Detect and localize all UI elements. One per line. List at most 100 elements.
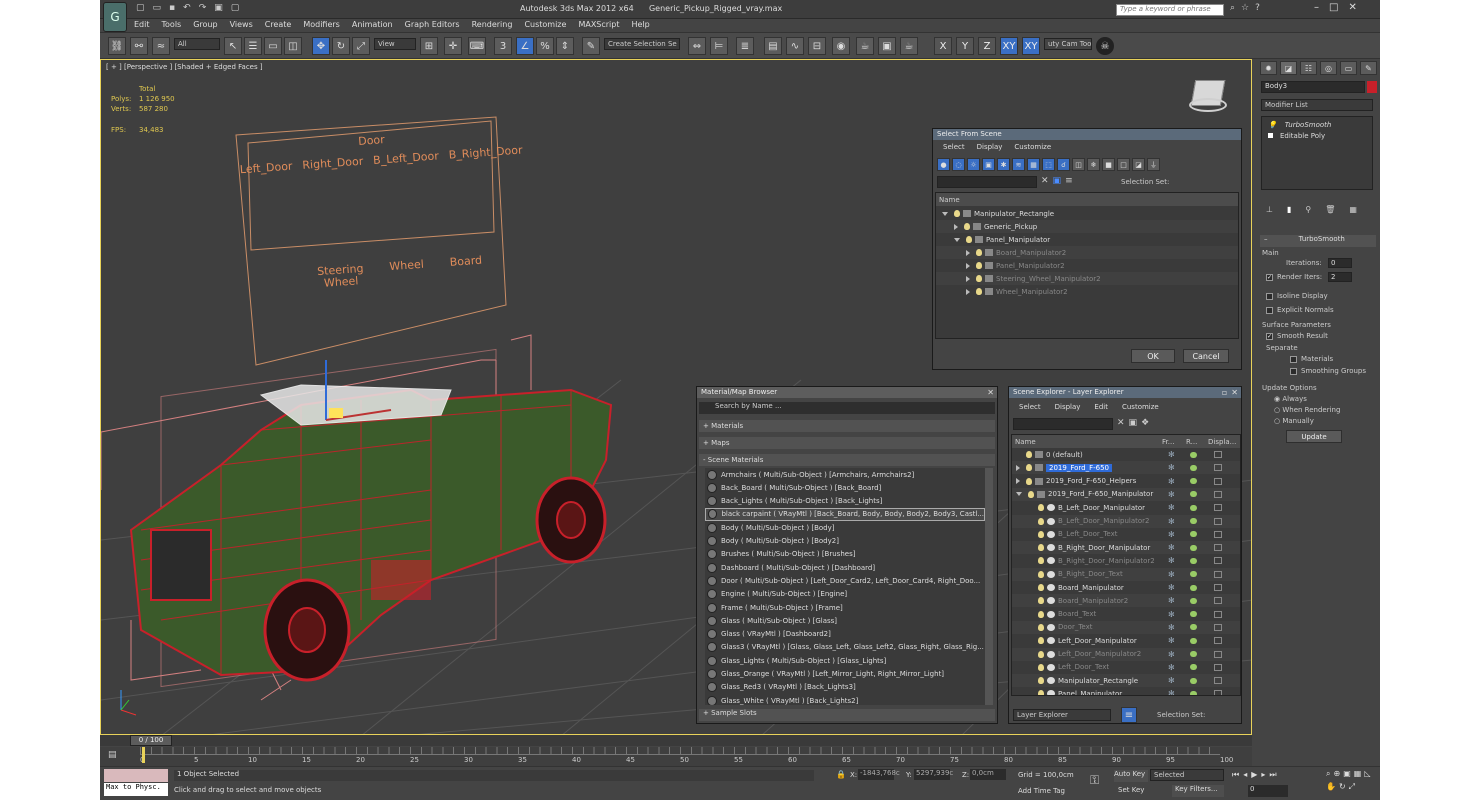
next-frame-icon[interactable]: ▸ [1261,770,1265,780]
track-bar[interactable]: ▤ 05101520253035404550556065707580859095… [100,747,1252,766]
pin-stack-icon[interactable]: ⊥ [1266,205,1273,214]
material-item[interactable]: Dashboard ( Multi/Sub-Object ) [Dashboar… [705,561,985,574]
material-section-2[interactable]: - Scene Materials [699,454,995,466]
bind-spacewarp-icon[interactable]: ≈ [152,37,170,55]
expand-icon[interactable] [942,211,948,216]
select-object-icon[interactable]: ↖ [224,37,242,55]
freeze-icon[interactable]: ✻ [1168,477,1175,486]
unlink-icon[interactable]: ⚯ [130,37,148,55]
show-end-result-icon[interactable]: ▮ [1287,205,1291,214]
bulb-icon[interactable] [1038,517,1044,525]
zoom-extents-all-icon[interactable]: ▦ [1354,769,1362,779]
play-icon[interactable]: ▶ [1251,770,1257,780]
menu-rendering[interactable]: Rendering [472,20,513,32]
go-start-icon[interactable]: ⏮ [1232,770,1239,780]
filter-cameras-icon[interactable]: ▣ [982,158,995,171]
expand-icon[interactable] [954,237,960,242]
render-teapot-icon[interactable] [1190,597,1197,604]
set-key-button[interactable]: Set Key [1118,786,1144,794]
rotate-icon[interactable]: ↻ [332,37,350,55]
when-rendering-radio[interactable]: ○ When Rendering [1274,406,1340,414]
tree-row[interactable]: Generic_Pickup [936,220,1238,233]
freeze-icon[interactable]: ✻ [1168,650,1175,659]
layer-row[interactable]: Left_Door_Manipulator ✻ [1012,634,1240,647]
tab-utilities[interactable]: ✎ [1360,61,1377,75]
close-icon[interactable]: ✕ [1348,2,1356,13]
bulb-icon[interactable] [1028,490,1034,498]
explorer-min-icon[interactable]: ▫ [1222,388,1227,397]
bulb-icon[interactable] [1038,557,1044,565]
explorer-column-1[interactable]: Fr... [1162,438,1184,446]
material-section-0[interactable]: + Materials [699,420,995,432]
freeze-icon[interactable]: ✻ [1168,556,1175,565]
scale-icon[interactable]: ⤢ [352,37,370,55]
explorer-column-2[interactable]: R... [1186,438,1206,446]
expand-icon[interactable] [1016,478,1020,485]
freeze-icon[interactable]: ✻ [1168,490,1175,499]
clear-search-icon[interactable]: ✕ [1041,176,1049,186]
time-slider[interactable]: 0 / 100 [100,735,1252,746]
smoothing-groups-checkbox[interactable]: Smoothing Groups [1290,367,1366,375]
find-icon[interactable]: ▣ [1053,176,1062,186]
select-invert-icon[interactable]: ◪ [1132,158,1145,171]
dialog-menu-customize[interactable]: Customize [1014,143,1051,151]
tree-row[interactable]: Manipulator_Rectangle [936,207,1238,220]
render-iters-checkbox[interactable]: ✓ Render Iters: [1266,273,1322,281]
bulb-icon[interactable] [1038,504,1044,512]
filter-bones-icon[interactable]: ☌ [1057,158,1070,171]
display-icon[interactable] [1214,530,1222,538]
display-icon[interactable] [1214,610,1222,618]
bulb-icon[interactable] [1038,530,1044,538]
open-icon[interactable]: ▭ [153,3,162,13]
layer-row[interactable]: B_Left_Door_Text ✻ [1012,528,1240,541]
freeze-icon[interactable]: ✻ [1168,663,1175,672]
render-teapot-icon[interactable] [1190,491,1197,498]
render-teapot-icon[interactable] [1190,584,1197,591]
filter-xrefs-icon[interactable]: ⬚ [1042,158,1055,171]
menu-tools[interactable]: Tools [162,20,182,32]
display-icon[interactable] [1214,597,1222,605]
render-teapot-icon[interactable] [1190,464,1197,471]
tree-row[interactable]: Board_Manipulator2 [936,246,1238,259]
axis-button-4[interactable]: XY [1022,37,1040,55]
layer-row[interactable]: B_Right_Door_Text ✻ [1012,567,1240,581]
layer-row[interactable]: 0 (default) ✻ [1012,448,1240,461]
explorer-column-0[interactable]: Name [1015,438,1160,446]
bulb-icon[interactable] [1026,477,1032,485]
freeze-icon[interactable]: ✻ [1168,450,1175,459]
display-icon[interactable] [1214,584,1222,591]
layer-row[interactable]: Panel_Manipulator ✻ [1012,687,1240,695]
material-item[interactable]: Back_Board ( Multi/Sub-Object ) [Back_Bo… [705,481,985,494]
menu-graph-editors[interactable]: Graph Editors [405,20,460,32]
bulb-icon[interactable] [1038,623,1044,631]
object-name-field[interactable]: Body3 [1261,81,1365,93]
filter-frozen-icon[interactable]: ❄ [1087,158,1100,171]
pickup-truck[interactable] [129,360,613,682]
bulb-icon[interactable] [1026,451,1032,458]
display-icon[interactable] [1214,637,1222,645]
material-editor-icon[interactable]: ◉ [832,37,850,55]
explicit-normals-checkbox[interactable]: Explicit Normals [1266,306,1334,314]
link-icon[interactable]: ⛓ [108,37,126,55]
bulb-icon[interactable] [1038,610,1044,618]
layer-row[interactable]: Left_Door_Manipulator2 ✻ [1012,647,1240,661]
filter-lights-icon[interactable]: ☼ [967,158,980,171]
zoom-extents-icon[interactable]: ▣ [1343,769,1351,779]
sample-slots-section[interactable]: + Sample Slots [699,709,995,721]
layer-row[interactable]: Left_Door_Text ✻ [1012,661,1240,674]
ok-button[interactable]: OK [1131,349,1175,363]
x-coordinate-field[interactable]: -1843,768c [858,769,900,780]
filter-groups-icon[interactable]: ▦ [1027,158,1040,171]
edit-named-sel-icon[interactable]: ✎ [582,37,600,55]
minimize-icon[interactable]: – [1314,2,1319,13]
material-item[interactable]: Glass_Lights ( Multi/Sub-Object ) [Glass… [705,654,985,667]
freeze-icon[interactable]: ✻ [1168,610,1175,619]
fov-icon[interactable]: ◺ [1364,769,1370,779]
material-item[interactable]: Glass_Orange ( VRayMtl ) [Left_Mirror_Li… [705,668,985,681]
display-icon[interactable] [1214,464,1222,472]
menu-animation[interactable]: Animation [352,20,393,32]
selection-filter-dropdown[interactable]: All [174,38,220,50]
render-teapot-icon[interactable] [1190,677,1197,684]
binoculars-icon[interactable]: ⌕ [1230,3,1235,13]
dialog-menu-display[interactable]: Display [977,143,1003,151]
